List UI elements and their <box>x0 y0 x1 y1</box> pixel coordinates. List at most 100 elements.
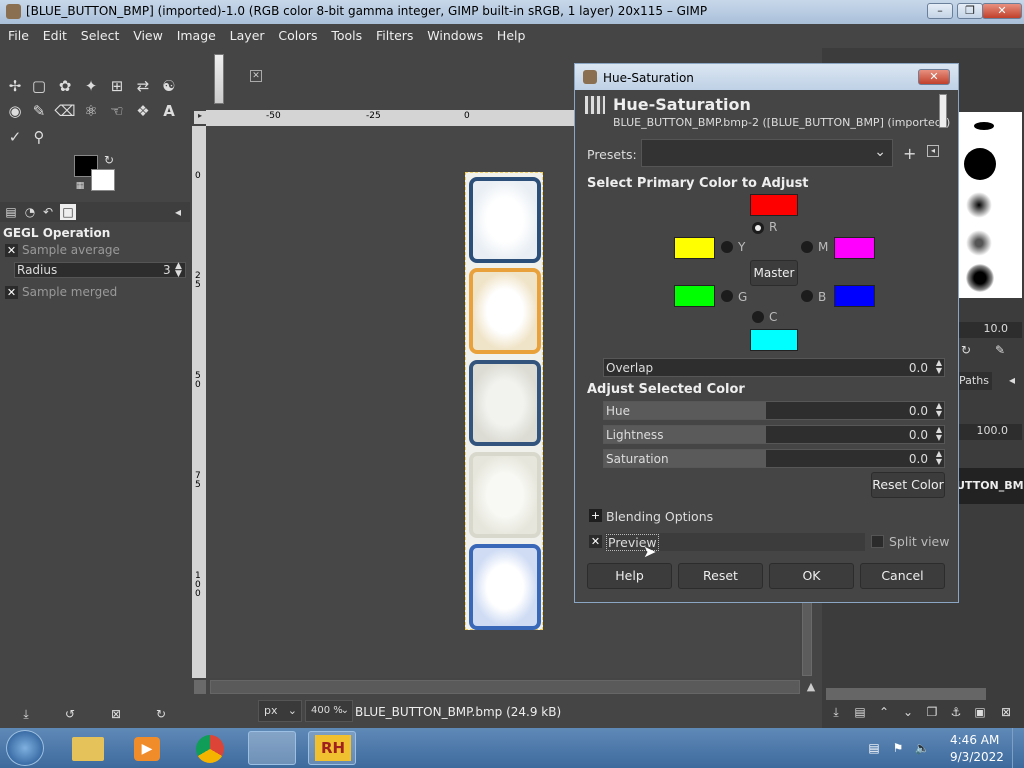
radio-y[interactable] <box>721 241 733 253</box>
move-tool-icon[interactable]: ✢ <box>4 75 26 97</box>
paths-icon[interactable]: ❖ <box>132 100 154 122</box>
close-image-tab-icon[interactable]: ✕ <box>250 70 262 82</box>
hue-spin-icon[interactable]: ▲ ▼ <box>936 402 942 418</box>
saturation-slider[interactable]: Saturation 0.0 ▲ ▼ <box>603 449 945 468</box>
menu-windows[interactable]: Windows <box>427 24 483 43</box>
gimp-taskbar-icon[interactable] <box>248 731 296 765</box>
smudge-icon[interactable]: ☜ <box>106 100 128 122</box>
swap-colors-icon[interactable]: ↻ <box>101 152 117 168</box>
overlap-spin-icon[interactable]: ▲ ▼ <box>936 359 942 375</box>
chrome-icon[interactable] <box>186 731 234 765</box>
eraser-icon[interactable]: ⌫ <box>54 100 76 122</box>
bucket-fill-icon[interactable]: ◉ <box>4 100 26 122</box>
hue-slider[interactable]: Hue 0.0 ▲ ▼ <box>603 401 945 420</box>
zoom-select[interactable]: 400 % ⌄ <box>305 700 353 722</box>
new-layer-icon[interactable]: ⤓ <box>828 704 844 720</box>
brush-size-field[interactable]: 10.0 <box>958 322 1022 338</box>
radio-c[interactable] <box>752 311 764 323</box>
crop-icon[interactable]: ⊞ <box>106 75 128 97</box>
volume-tray-icon[interactable]: 🔈 <box>914 740 930 756</box>
transform-icon[interactable]: ⇄ <box>132 75 154 97</box>
layers-configure-icon[interactable]: ◂ <box>1004 372 1020 388</box>
image-thumbnail[interactable] <box>214 54 224 104</box>
lasso-icon[interactable]: ✿ <box>54 75 76 97</box>
menu-view[interactable]: View <box>133 24 163 43</box>
help-button[interactable]: Help <box>587 563 672 589</box>
menu-help[interactable]: Help <box>497 24 526 43</box>
blending-options-label[interactable]: Blending Options <box>606 509 713 524</box>
zoom-corner-icon[interactable] <box>194 680 206 694</box>
sample-merged-checkbox[interactable]: ✕ <box>5 286 18 299</box>
refresh-brushes-icon[interactable]: ↻ <box>958 342 974 358</box>
cancel-button[interactable]: Cancel <box>860 563 945 589</box>
clone-icon[interactable]: ⚛ <box>80 100 102 122</box>
clock-date[interactable]: 9/3/2022 <box>950 750 1004 764</box>
device-status-tab-icon[interactable]: ◔ <box>22 204 38 220</box>
background-color[interactable] <box>91 169 115 191</box>
radio-m[interactable] <box>801 241 813 253</box>
magenta-swatch[interactable] <box>834 237 875 259</box>
ok-button[interactable]: OK <box>769 563 854 589</box>
duplicate-layer-icon[interactable]: ❐ <box>924 704 940 720</box>
sample-average-checkbox[interactable]: ✕ <box>5 244 18 257</box>
fuzzy-select-icon[interactable]: ✦ <box>80 75 102 97</box>
rect-select-icon[interactable]: ▢ <box>28 75 50 97</box>
paintbrush-icon[interactable]: ✎ <box>28 100 50 122</box>
maximize-icon[interactable]: ❐ <box>957 3 983 19</box>
split-view-label[interactable]: Split view <box>889 534 949 549</box>
menu-select[interactable]: Select <box>81 24 120 43</box>
images-tab-icon[interactable]: □ <box>60 204 76 220</box>
delete-layer-icon[interactable]: ⊠ <box>998 704 1014 720</box>
save-tool-preset-icon[interactable]: ⤓ <box>18 706 34 722</box>
menu-file[interactable]: File <box>8 24 29 43</box>
network-tray-icon[interactable]: ▤ <box>866 740 882 756</box>
master-button[interactable]: Master <box>750 260 798 286</box>
menu-colors[interactable]: Colors <box>278 24 317 43</box>
saturation-spin-icon[interactable]: ▲ ▼ <box>936 450 942 466</box>
text-tool-icon[interactable]: A <box>158 100 180 122</box>
red-swatch[interactable] <box>750 194 798 216</box>
show-desktop-button[interactable] <box>1012 728 1024 768</box>
blue-swatch[interactable] <box>834 285 875 307</box>
layer-mask-icon[interactable]: ▣ <box>972 704 988 720</box>
open-brush-editor-icon[interactable]: ✎ <box>992 342 1008 358</box>
undo-history-tab-icon[interactable]: ↶ <box>40 204 56 220</box>
split-view-checkbox[interactable] <box>871 535 884 548</box>
lower-layer-icon[interactable]: ⌄ <box>900 704 916 720</box>
menu-edit[interactable]: Edit <box>43 24 67 43</box>
horizontal-scrollbar[interactable] <box>210 680 800 694</box>
start-button[interactable] <box>6 730 44 766</box>
overlap-slider[interactable]: Overlap 0.0 ▲ ▼ <box>603 358 945 377</box>
configure-tab-icon[interactable]: ◂ <box>170 204 186 220</box>
radius-spin-icon[interactable]: ▲ ▼ <box>175 262 182 279</box>
menu-image[interactable]: Image <box>177 24 216 43</box>
lightness-spin-icon[interactable]: ▲ ▼ <box>936 426 942 442</box>
dock-horizontal-scrollbar[interactable] <box>826 688 986 700</box>
add-preset-icon[interactable]: + <box>903 144 916 163</box>
new-layer-group-icon[interactable]: ▤ <box>852 704 868 720</box>
navigate-icon[interactable]: ▲ <box>804 680 818 694</box>
media-player-icon[interactable]: ▶ <box>124 731 172 765</box>
file-explorer-icon[interactable] <box>64 731 112 765</box>
lightness-slider[interactable]: Lightness 0.0 ▲ ▼ <box>603 425 945 444</box>
resource-hacker-icon[interactable]: RH <box>308 731 356 765</box>
zoom-icon[interactable]: ⚲ <box>28 126 50 148</box>
clock-time[interactable]: 4:46 AM <box>950 733 999 747</box>
radius-field[interactable]: Radius 3 ▲ ▼ <box>14 262 186 279</box>
delete-tool-preset-icon[interactable]: ⊠ <box>108 706 124 722</box>
radio-r[interactable] <box>752 222 764 234</box>
reset-color-button[interactable]: Reset Color <box>871 472 945 498</box>
menu-layer[interactable]: Layer <box>230 24 265 43</box>
dialog-close-icon[interactable]: ✕ <box>918 69 950 85</box>
radio-g[interactable] <box>721 290 733 302</box>
default-colors-icon[interactable]: ▦ <box>72 178 88 194</box>
radio-b[interactable] <box>801 290 813 302</box>
opacity-field[interactable]: 100.0 <box>958 424 1022 440</box>
quick-mask-corner-icon[interactable]: ▸ <box>194 111 206 124</box>
warp-icon[interactable]: ☯ <box>158 75 180 97</box>
reset-button[interactable]: Reset <box>678 563 763 589</box>
paths-tab[interactable]: Paths <box>956 372 992 390</box>
reset-tool-options-icon[interactable]: ↻ <box>153 706 169 722</box>
menu-tools[interactable]: Tools <box>331 24 362 43</box>
layer-row[interactable]: UTTON_BMP <box>956 468 1024 504</box>
